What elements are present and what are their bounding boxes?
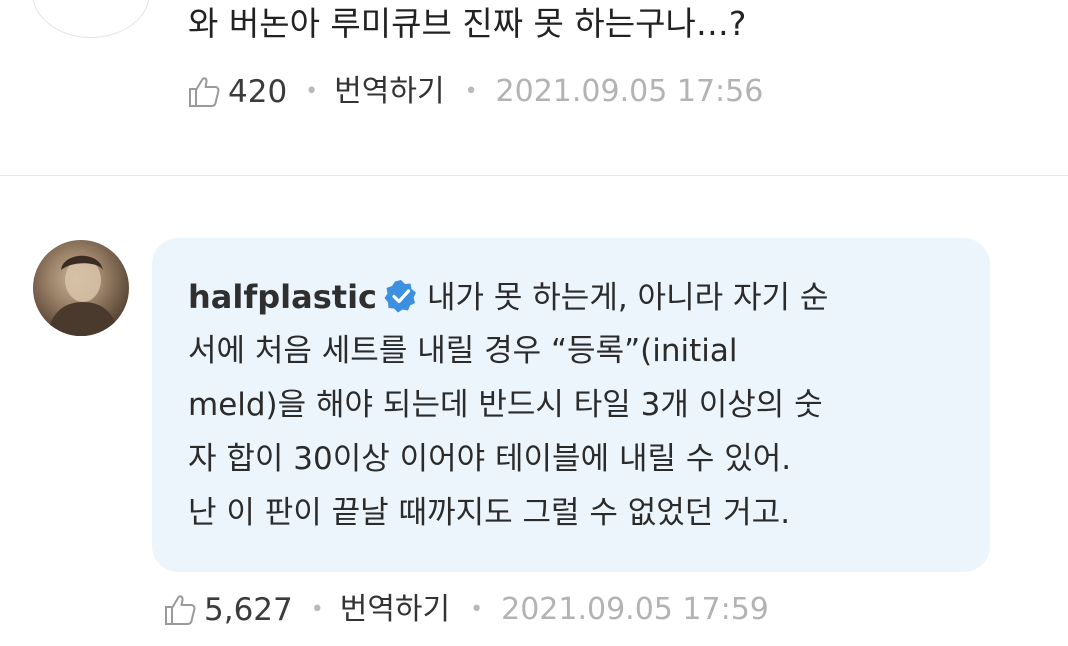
reply-line: 난 이 판이 끝날 때까지도 그럴 수 없었던 거고. <box>188 495 791 531</box>
like-count: 420 <box>228 74 288 110</box>
separator-dot: • <box>305 79 319 104</box>
reply-line: 서에 처음 세트를 내릴 경우 “등록”(initial <box>188 333 738 369</box>
divider <box>0 175 1068 176</box>
reply-bubble: halfplastic 내가 못 하는게, 아니라 자기 순 서에 처음 세트를… <box>152 238 990 572</box>
translate-link[interactable]: 번역하기 <box>340 590 450 630</box>
separator-dot: • <box>470 597 484 622</box>
thumbs-up-icon[interactable] <box>184 72 224 112</box>
username[interactable]: halfplastic <box>188 278 377 316</box>
timestamp: 2021.09.05 17:59 <box>501 592 769 627</box>
comment-thread: 와 버논아 루미큐브 진짜 못 하는구나…? 420 • 번역하기 • 2021… <box>0 0 1068 646</box>
separator-dot: • <box>310 597 324 622</box>
verified-badge-icon <box>383 277 419 313</box>
reply-text: halfplastic 내가 못 하는게, 아니라 자기 순 서에 처음 세트를… <box>188 270 968 540</box>
avatar[interactable] <box>32 0 150 38</box>
reply-line: meld)을 해야 되는데 반드시 타일 3개 이상의 숫 <box>188 387 823 423</box>
reply-line-text: 내가 못 하는게, 아니라 자기 순 <box>427 280 829 316</box>
translate-link[interactable]: 번역하기 <box>334 72 444 112</box>
like-count: 5,627 <box>204 592 293 628</box>
reply-line: halfplastic 내가 못 하는게, 아니라 자기 순 <box>188 270 968 324</box>
separator-dot: • <box>464 79 478 104</box>
comment-text: 와 버논아 루미큐브 진짜 못 하는구나…? <box>188 4 747 43</box>
reply-line: 자 합이 30이상 이어야 테이블에 내릴 수 있어. <box>188 441 792 477</box>
comment-meta: 5,627 • 번역하기 • 2021.09.05 17:59 <box>160 590 769 630</box>
comment-meta: 420 • 번역하기 • 2021.09.05 17:56 <box>184 72 763 112</box>
thumbs-up-icon[interactable] <box>160 590 200 630</box>
avatar[interactable] <box>33 240 129 336</box>
timestamp: 2021.09.05 17:56 <box>495 74 764 109</box>
